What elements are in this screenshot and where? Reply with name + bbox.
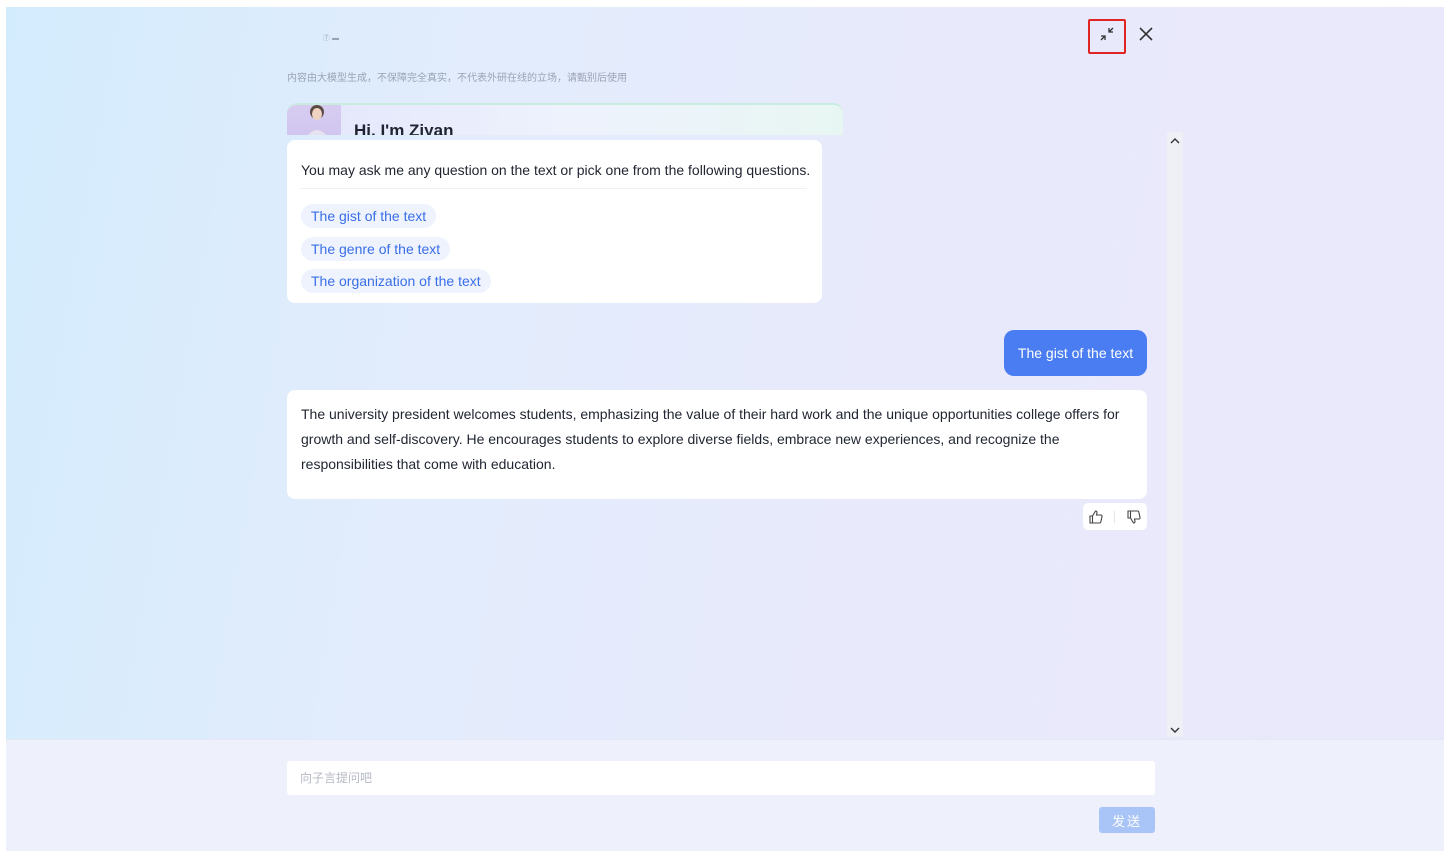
send-button[interactable]: 发送 — [1099, 807, 1155, 833]
collapse-arrows-icon — [1098, 25, 1116, 48]
assistant-answer: The university president welcomes studen… — [287, 390, 1147, 499]
suggestion-chip-genre[interactable]: The genre of the text — [301, 237, 451, 261]
chat-window: Ⓣ ▬ 内容由大模型生成，不保障完全真实，不代表外研在线的立场，请甄别后使用 H… — [6, 7, 1444, 851]
chat-message-list: You may ask me any question on the text … — [287, 133, 1147, 738]
greeting-banner: Hi, I'm Ziyan — [287, 103, 843, 135]
composer-area: 发送 — [6, 739, 1444, 851]
user-message: The gist of the text — [1004, 330, 1147, 376]
chevron-up-icon[interactable] — [1167, 134, 1183, 148]
suggestion-chip-organization[interactable]: The organization of the text — [301, 269, 491, 293]
feedback-separator — [1114, 510, 1116, 523]
ai-disclaimer: 内容由大模型生成，不保障完全真实，不代表外研在线的立场，请甄别后使用 — [287, 73, 627, 84]
suggestion-intro: You may ask me any question on the text … — [301, 162, 811, 178]
close-button[interactable] — [1134, 23, 1158, 49]
thumbs-up-icon[interactable] — [1088, 509, 1104, 525]
assistant-avatar — [287, 105, 341, 135]
logo: Ⓣ ▬ — [323, 35, 339, 42]
suggestion-chip-gist[interactable]: The gist of the text — [301, 204, 437, 228]
suggestion-bubble: You may ask me any question on the text … — [287, 140, 822, 303]
chat-scrollbar[interactable] — [1167, 132, 1183, 737]
thumbs-down-icon[interactable] — [1126, 509, 1142, 525]
chevron-down-icon[interactable] — [1167, 723, 1183, 737]
answer-text: The university president welcomes studen… — [301, 406, 1120, 472]
question-input[interactable] — [287, 761, 1155, 795]
close-icon — [1138, 26, 1154, 47]
feedback-bar — [1083, 503, 1147, 530]
collapse-button[interactable] — [1088, 19, 1126, 54]
divider — [301, 188, 807, 189]
